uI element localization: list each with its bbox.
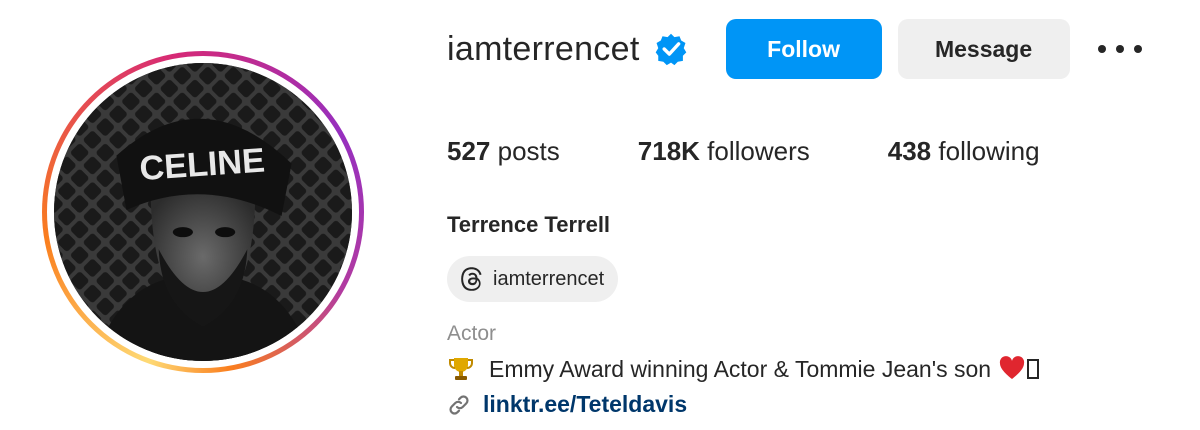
following-stat[interactable]: 438 following — [888, 136, 1040, 167]
username: iamterrencet — [447, 29, 640, 68]
followers-label: followers — [707, 136, 810, 166]
threads-icon — [461, 267, 482, 291]
profile-stats: 527 posts 718K followers 438 following — [447, 136, 1040, 167]
trophy-icon — [449, 358, 473, 380]
message-button[interactable]: Message — [897, 19, 1070, 79]
full-name: Terrence Terrell — [447, 212, 611, 237]
followers-stat[interactable]: 718K followers — [638, 136, 810, 167]
profile-avatar-ring[interactable]: CELINE — [42, 51, 364, 373]
avatar[interactable]: CELINE — [54, 63, 352, 361]
following-label: following — [938, 136, 1040, 166]
following-count: 438 — [887, 136, 932, 166]
avatar-frame: CELINE — [47, 56, 359, 368]
link-text: linktr.ee/Teteldavis — [483, 391, 688, 417]
dot — [1115, 45, 1124, 53]
bio: Emmy Award winning Actor & Tommie Jean's… — [447, 355, 1040, 383]
link-icon — [449, 394, 469, 415]
red-heart-icon — [999, 356, 1025, 379]
posts-count: 527 — [447, 136, 491, 166]
avatar-photo: CELINE — [54, 63, 352, 361]
dot — [1097, 45, 1106, 53]
posts-label: posts — [497, 136, 560, 166]
more-options-icon[interactable] — [1097, 34, 1142, 64]
dot — [1133, 45, 1142, 53]
external-link[interactable]: linktr.ee/Teteldavis — [447, 391, 687, 418]
threads-link[interactable]: iamterrencet — [447, 256, 619, 302]
category-label: Actor — [447, 322, 497, 345]
followers-count: 718K — [637, 136, 700, 166]
bio-text: Emmy Award winning Actor & Tommie Jean's… — [489, 355, 992, 382]
posts-stat: 527 posts — [447, 136, 560, 167]
profile-header: iamterrencet Follow Message — [447, 18, 1142, 80]
threads-handle: iamterrencet — [493, 267, 605, 290]
verified-badge-icon — [655, 33, 686, 66]
follow-button[interactable]: Follow — [725, 19, 882, 79]
missing-glyph-icon — [1027, 359, 1040, 379]
